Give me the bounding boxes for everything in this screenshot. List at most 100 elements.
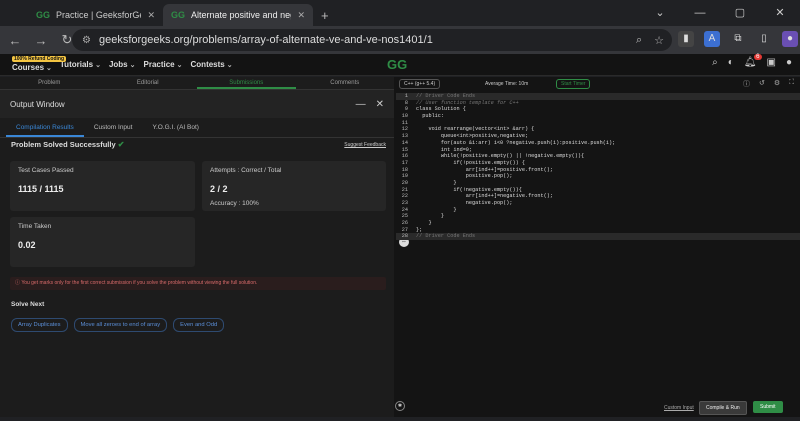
code-line[interactable]: 11 xyxy=(396,120,800,127)
ai-assist-icon[interactable]: ✱ xyxy=(395,401,405,411)
line-code[interactable]: positive.pop(); xyxy=(416,173,513,180)
line-code[interactable]: } xyxy=(416,220,431,227)
suggest-feedback-link[interactable]: Suggest Feedback xyxy=(344,142,386,148)
line-code[interactable]: while(!positive.empty() || !negative.emp… xyxy=(416,153,584,160)
settings-icon[interactable]: ⚙ xyxy=(774,79,780,89)
back-icon[interactable]: ← xyxy=(4,33,26,48)
nav-contests[interactable]: Contests ⌄ xyxy=(191,60,233,69)
tab-search-icon[interactable]: ⌄ xyxy=(640,0,680,26)
window-close-icon[interactable]: ✕ xyxy=(760,0,800,26)
profile-avatar[interactable]: ● xyxy=(782,31,798,47)
url-text[interactable]: geeksforgeeks.org/problems/array-of-alte… xyxy=(99,34,433,46)
tab-compilation-results[interactable]: Compilation Results xyxy=(6,118,84,137)
code-line[interactable]: 14 for(auto &i:arr) i<0 ?negative.push(i… xyxy=(396,140,800,147)
code-line[interactable]: 26 } xyxy=(396,220,800,227)
search-icon[interactable]: ⌕ xyxy=(712,57,718,68)
code-line[interactable]: 16 while(!positive.empty() || !negative.… xyxy=(396,153,800,160)
code-line[interactable]: 12 void rearrange(vector<int> &arr) { xyxy=(396,126,800,133)
code-line[interactable]: 9 class Solution { xyxy=(396,106,800,113)
language-select[interactable]: C++ (g++ 5.4) xyxy=(399,79,441,89)
minimize-icon[interactable]: — xyxy=(680,0,720,26)
tab-comments[interactable]: Comments xyxy=(296,77,395,89)
line-code[interactable]: // Driver Code Ends xyxy=(416,93,475,100)
compile-run-button[interactable]: Compile & Run xyxy=(699,401,747,415)
code-line[interactable]: 13 queue<int>positive,negative; xyxy=(396,133,800,140)
line-code[interactable]: } xyxy=(416,207,456,214)
minimize-panel-icon[interactable]: — xyxy=(356,99,366,110)
code-line[interactable]: 27}; xyxy=(396,227,800,234)
line-code[interactable]: queue<int>positive,negative; xyxy=(416,133,528,140)
forward-icon[interactable]: → xyxy=(30,33,52,48)
url-bar[interactable]: ⚙ geeksforgeeks.org/problems/array-of-al… xyxy=(72,29,672,51)
tab-ai-bot[interactable]: Y.O.G.I. (AI Bot) xyxy=(142,118,208,137)
line-code[interactable]: void rearrange(vector<int> &arr) { xyxy=(416,126,534,133)
theme-toggle-icon[interactable]: ◐ xyxy=(728,57,734,68)
line-code[interactable]: class Solution { xyxy=(416,106,466,113)
code-line[interactable]: 25 } xyxy=(396,213,800,220)
next-problem-link[interactable]: Move all zeroes to end of array xyxy=(73,318,168,332)
bookmark-star-icon[interactable]: ☆ xyxy=(654,34,664,47)
tab-submissions[interactable]: Submissions xyxy=(197,77,296,89)
tab-problem[interactable]: Problem xyxy=(0,77,99,89)
line-code[interactable]: // Driver Code Ends xyxy=(416,233,475,240)
line-code[interactable]: // User function template for C++ xyxy=(416,100,519,107)
next-problem-link[interactable]: Array Duplicates xyxy=(11,318,68,332)
line-code[interactable]: } xyxy=(416,213,444,220)
browser-tab-problem[interactable]: GG Alternate positive and negative ✕ xyxy=(163,4,313,26)
code-line[interactable]: 17 if(!positive.empty()) { xyxy=(396,160,800,167)
submit-button[interactable]: Submit xyxy=(753,401,783,413)
site-info-icon[interactable]: ⚙ xyxy=(82,35,91,46)
close-icon[interactable]: ✕ xyxy=(147,10,155,21)
translate-icon[interactable]: A xyxy=(704,31,720,47)
code-line[interactable]: 8 // User function template for C++ xyxy=(396,100,800,107)
code-line[interactable]: 24 } xyxy=(396,207,800,214)
code-line[interactable]: 1 // Driver Code Ends xyxy=(396,93,800,100)
next-problem-link[interactable]: Even and Odd xyxy=(173,318,225,332)
puzzle-icon[interactable]: ⧉ xyxy=(730,31,746,47)
line-code[interactable]: if(!positive.empty()) { xyxy=(416,160,525,167)
code-line[interactable]: 21 if(!negative.empty()){ xyxy=(396,187,800,194)
line-code[interactable]: }; xyxy=(416,227,422,234)
address-bar-row: ← → ↻ ⚙ geeksforgeeks.org/problems/array… xyxy=(0,26,800,54)
gift-icon[interactable]: ▣ xyxy=(767,57,776,68)
code-line[interactable]: 22 arr[ind++]=negative.front(); xyxy=(396,193,800,200)
line-code[interactable]: negative.pop(); xyxy=(416,200,513,207)
code-line[interactable]: 20 } xyxy=(396,180,800,187)
nav-courses[interactable]: Courses ⌄ xyxy=(12,63,52,72)
new-tab-button[interactable]: + xyxy=(321,8,329,23)
close-panel-icon[interactable]: ✕ xyxy=(376,99,384,110)
zoom-icon[interactable]: ⌕ xyxy=(636,34,642,47)
info-icon[interactable]: ⓘ xyxy=(743,79,750,89)
line-code[interactable]: arr[ind++]=positive.front(); xyxy=(416,167,553,174)
start-timer-button[interactable]: Start Timer xyxy=(556,79,591,89)
line-code[interactable]: int ind=0; xyxy=(416,147,472,154)
code-line[interactable]: 19 positive.pop(); xyxy=(396,173,800,180)
nav-jobs[interactable]: Jobs ⌄ xyxy=(109,60,136,69)
code-line[interactable]: 15 int ind=0; xyxy=(396,147,800,154)
reset-icon[interactable]: ↺ xyxy=(759,79,765,89)
line-code[interactable]: if(!negative.empty()){ xyxy=(416,187,522,194)
close-icon[interactable]: ✕ xyxy=(297,10,305,21)
sidebar-icon[interactable]: ▯ xyxy=(756,31,772,47)
fullscreen-icon[interactable]: ⛶ xyxy=(789,79,794,89)
tab-custom-input[interactable]: Custom Input xyxy=(84,118,143,137)
custom-input-link[interactable]: Custom Input xyxy=(664,405,694,411)
line-code[interactable]: arr[ind++]=negative.front(); xyxy=(416,193,553,200)
nav-tutorials[interactable]: Tutorials ⌄ xyxy=(60,60,101,69)
line-code[interactable]: for(auto &i:arr) i<0 ?negative.push(i):p… xyxy=(416,140,615,147)
nav-practice[interactable]: Practice ⌄ xyxy=(144,60,183,69)
maximize-icon[interactable]: ▢ xyxy=(720,0,760,26)
extension-icon[interactable]: ▮ xyxy=(678,31,694,47)
code-line[interactable]: 18 arr[ind++]=positive.front(); xyxy=(396,167,800,174)
gfg-logo[interactable]: GG xyxy=(387,57,407,72)
tab-editorial[interactable]: Editorial xyxy=(99,77,198,89)
code-line[interactable]: 23 negative.pop(); xyxy=(396,200,800,207)
user-avatar[interactable]: ● xyxy=(786,57,792,68)
code-area[interactable]: 1 // Driver Code Ends 8 // User function te… xyxy=(396,93,800,241)
browser-tab-practice[interactable]: GG Practice | GeeksforGeeks | A co ✕ xyxy=(28,4,163,26)
code-line[interactable]: 10 public: xyxy=(396,113,800,120)
code-line[interactable]: 28 // Driver Code Ends xyxy=(396,233,800,241)
line-code[interactable]: public: xyxy=(416,113,444,120)
line-code[interactable]: } xyxy=(416,180,456,187)
bell-icon[interactable]: 🔔︎ 6 xyxy=(744,54,762,68)
